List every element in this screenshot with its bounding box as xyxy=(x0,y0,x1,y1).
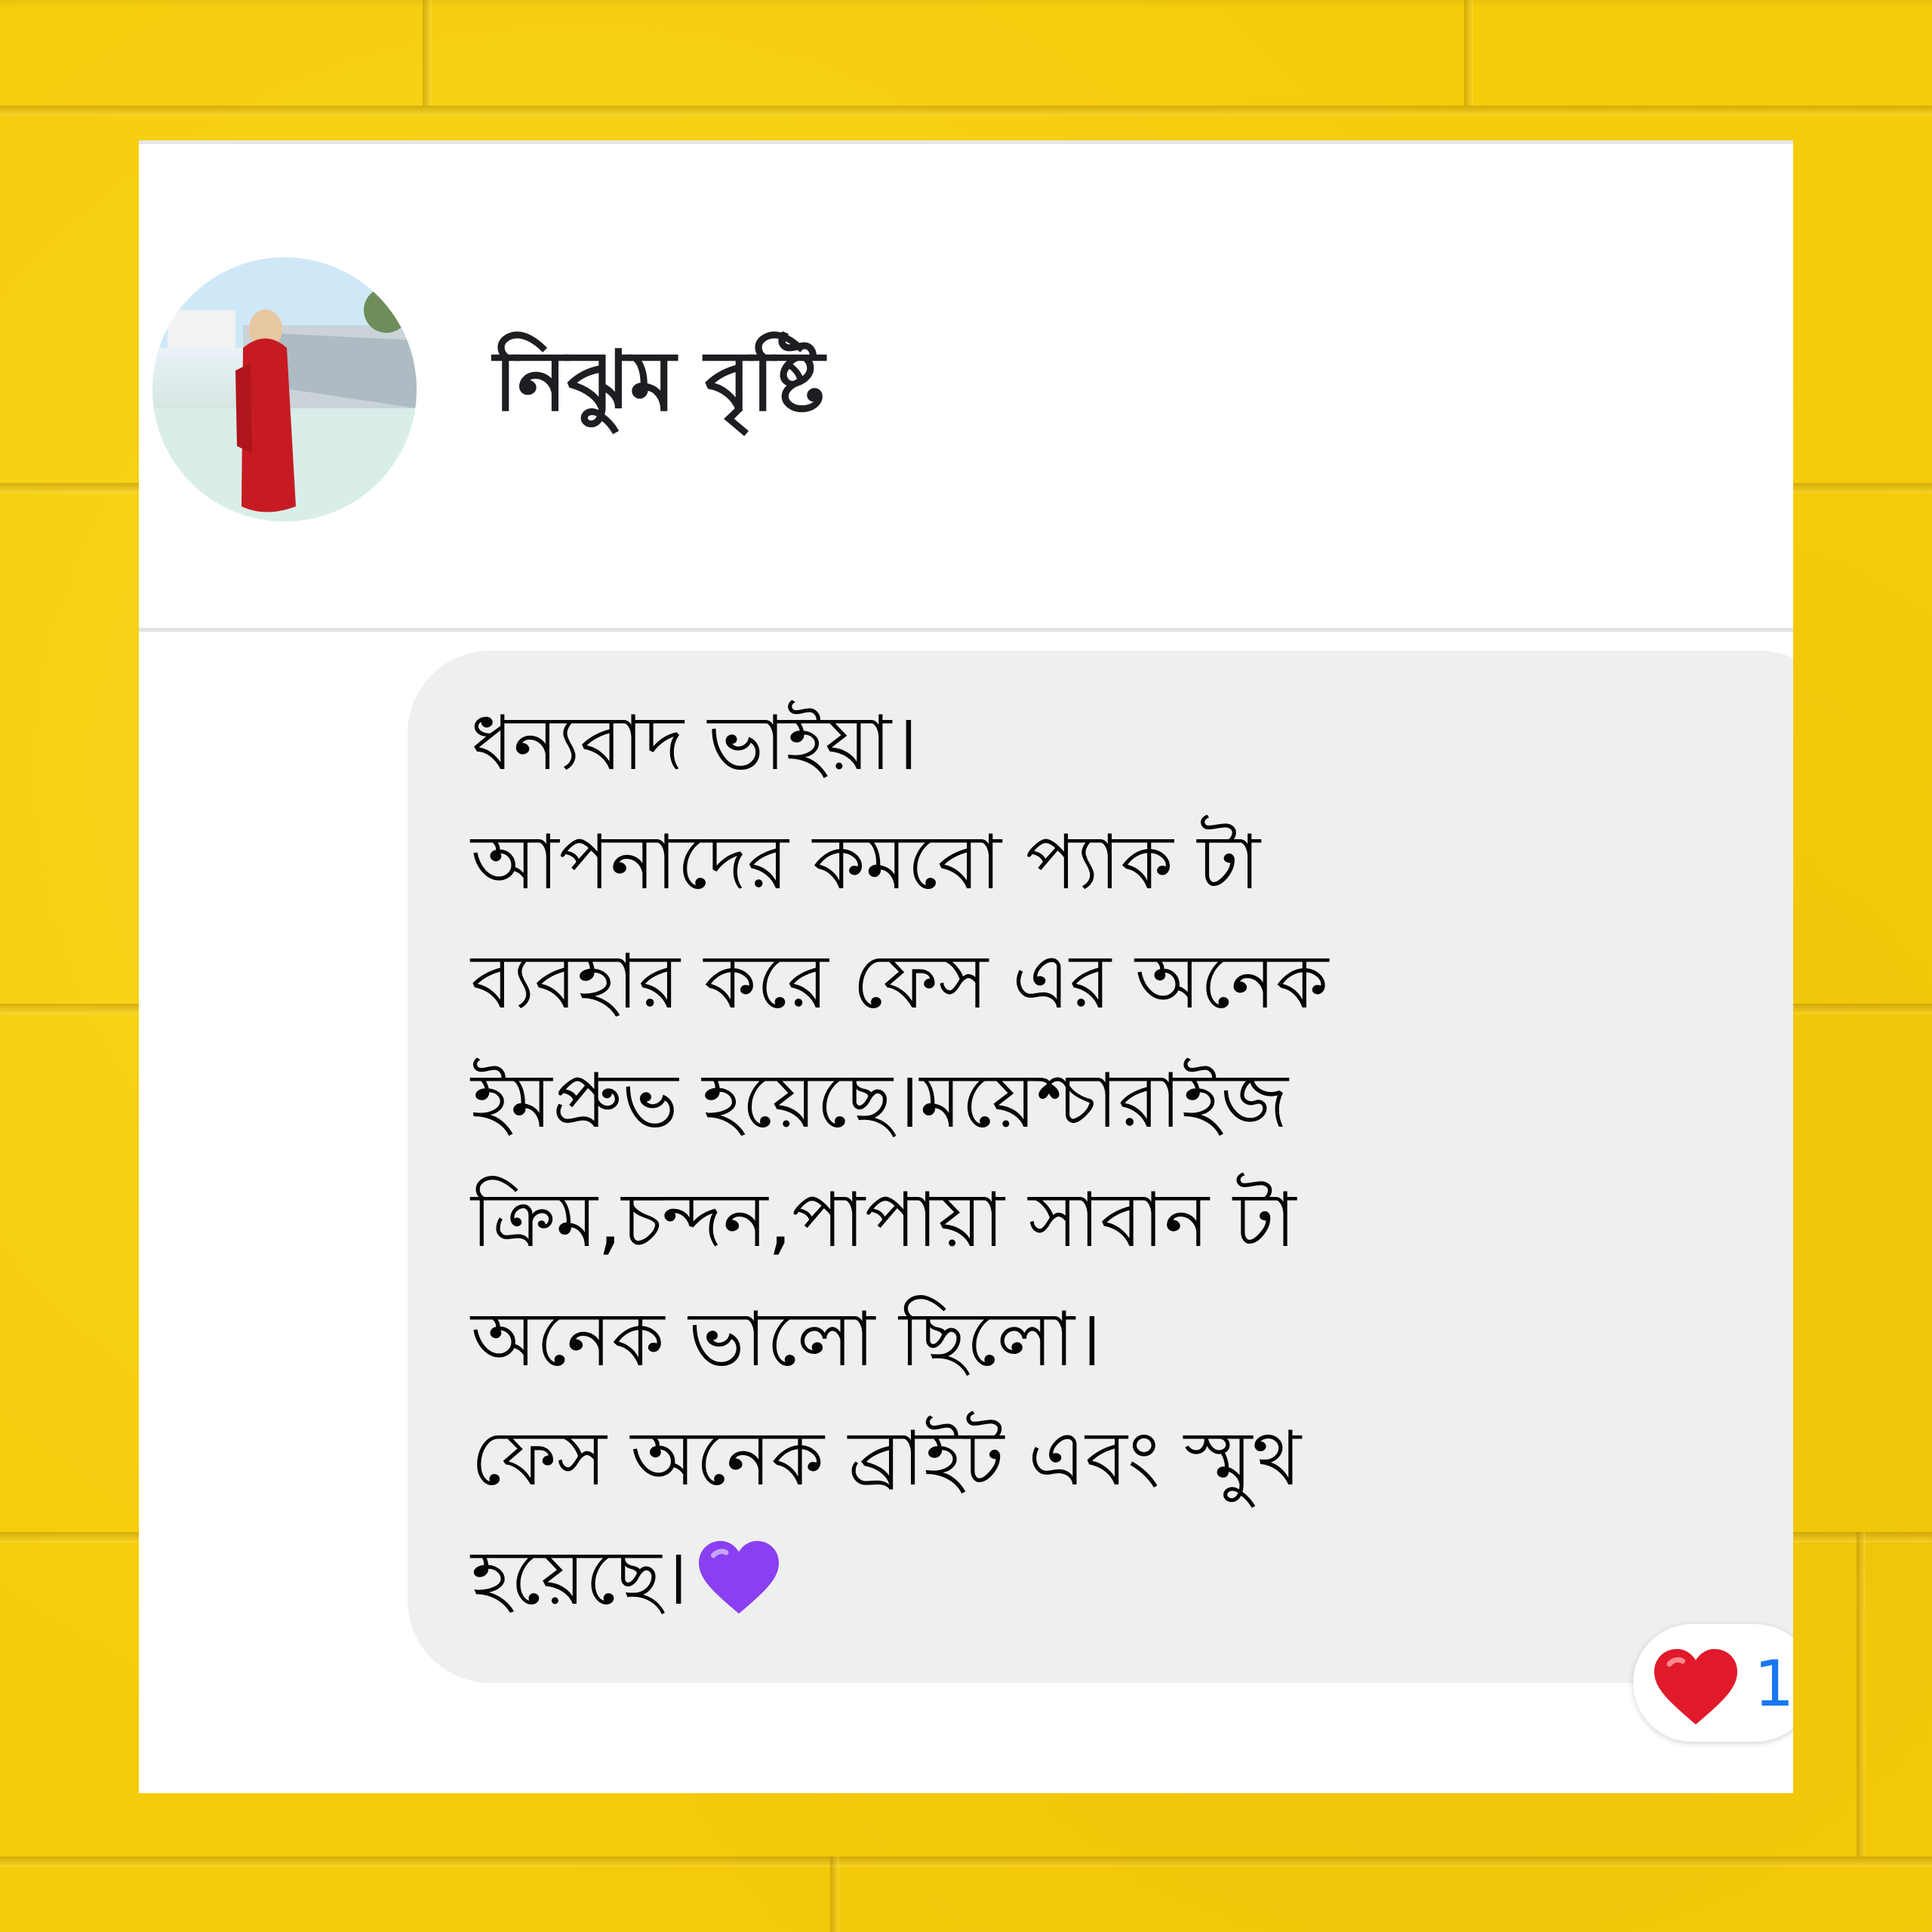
avatar[interactable] xyxy=(152,257,417,521)
comment-header: নিঝুম বৃষ্টি xyxy=(139,144,1793,627)
avatar-photo xyxy=(152,257,417,521)
red-heart-icon xyxy=(1650,1645,1742,1731)
reaction-count: 1 xyxy=(1754,1647,1793,1721)
message-text: ধন্যবাদ ভাইয়া। আপনাদের কমবো প্যাক টা ব্… xyxy=(471,684,1709,1651)
message-line: অনেক ভালো ছিলো। xyxy=(471,1295,1102,1383)
message-line: হয়েছে। xyxy=(471,1534,689,1622)
message-line: ধন্যবাদ ভাইয়া। xyxy=(471,699,918,787)
message-line: ফেস অনেক ব্রাইট এবং স্মুথ xyxy=(471,1414,1302,1503)
message-line: ব্যবহার করে ফেস এর অনেক xyxy=(471,937,1329,1026)
header-divider xyxy=(139,628,1793,632)
comment-card: নিঝুম বৃষ্টি ধন্যবাদ ভাইয়া। আপনাদের কমব… xyxy=(139,140,1793,1793)
author-name[interactable]: নিঝুম বৃষ্টি xyxy=(494,318,824,457)
message-line: ক্রিম,চন্দন,পাপায়া সাবান টা xyxy=(471,1176,1297,1264)
message-last-line: হয়েছে। xyxy=(471,1518,1709,1651)
message-line: আপনাদের কমবো প্যাক টা xyxy=(471,818,1260,906)
purple-heart-icon xyxy=(694,1532,783,1651)
reaction-badge[interactable]: 1 xyxy=(1633,1624,1793,1742)
message-line: ইমপ্রুভ হয়েছে।ময়েশ্চারাইজ xyxy=(471,1057,1289,1145)
